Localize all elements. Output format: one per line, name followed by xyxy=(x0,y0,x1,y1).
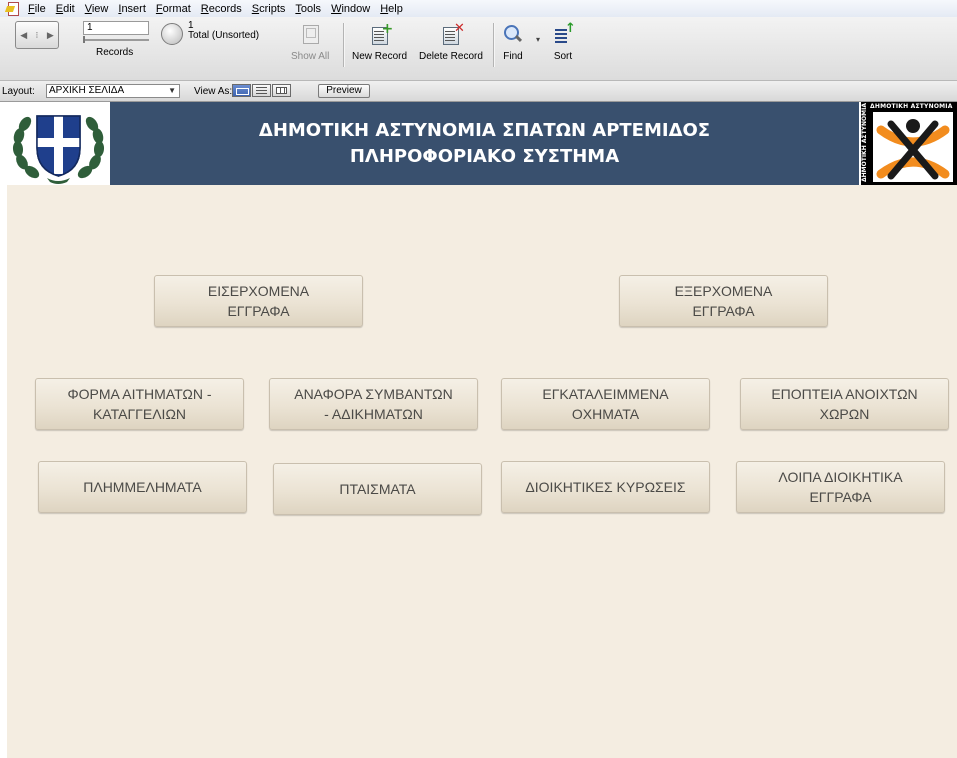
new-record-icon: + xyxy=(369,22,393,45)
menu-edit[interactable]: Edit xyxy=(52,3,81,15)
view-as-group xyxy=(232,84,292,97)
filemaker-app-icon[interactable] xyxy=(4,2,20,16)
found-set-pie-icon xyxy=(161,23,183,45)
menu-records[interactable]: Records xyxy=(197,3,248,15)
sort-label: Sort xyxy=(553,51,573,62)
view-as-label: View As: xyxy=(194,86,233,97)
incident-reports-button[interactable]: ΑΝΑΦΟΡΑ ΣΥΜΒΑΝΤΩΝ - ΑΔΙΚΗΜΑΤΩΝ xyxy=(269,378,478,430)
incoming-documents-button[interactable]: ΕΙΣΕΡΧΟΜΕΝΑ ΕΓΓΡΑΦΑ xyxy=(154,275,363,327)
records-label: Records xyxy=(96,47,134,58)
delete-record-label: Delete Record xyxy=(419,51,483,62)
show-all-label: Show All xyxy=(291,51,330,62)
misdemeanors-button[interactable]: ΠΛΗΜΜΕΛΗΜΑΤΑ xyxy=(38,461,247,513)
petty-offenses-button[interactable]: ΠΤΑΙΣΜΑΤΑ xyxy=(273,463,482,515)
find-dropdown-icon[interactable]: ▾ xyxy=(536,35,540,44)
menu-window[interactable]: Window xyxy=(327,3,376,15)
layout-select[interactable]: ΑΡΧΙΚΗ ΣΕΛΙΔΑ ▼ xyxy=(46,84,180,98)
menu-bar: File Edit View Insert Format Records Scr… xyxy=(0,0,957,17)
municipal-police-logo: ΔΗΜΟΤΙΚΗ ΑΣΤΥΝΟΜΙΑ ΔΗΜΟΤΙΚΗ ΑΣΤΥΝΟΜΙΑ xyxy=(859,102,957,185)
outgoing-documents-button[interactable]: ΕΞΕΡΧΟΜΕΝΑ ΕΓΓΡΑΦΑ xyxy=(619,275,828,327)
layout-bar: Layout: ΑΡΧΙΚΗ ΣΕΛΙΔΑ ▼ View As: Preview xyxy=(0,81,957,102)
layout-label: Layout: xyxy=(2,86,35,97)
record-slider[interactable] xyxy=(83,36,149,43)
sort-button[interactable]: ↑ Sort xyxy=(552,22,576,62)
show-all-icon xyxy=(299,23,321,45)
new-record-label: New Record xyxy=(352,51,408,62)
toolbar-divider xyxy=(343,23,345,67)
next-record-icon[interactable]: ▶ xyxy=(47,30,54,41)
menu-help[interactable]: Help xyxy=(376,3,409,15)
greek-coat-of-arms-icon xyxy=(12,115,105,184)
header-banner: ΔΗΜΟΤΙΚΗ ΑΣΤΥΝΟΜΙΑ ΣΠΑΤΩΝ ΑΡΤΕΜΙΔΟΣ ΠΛΗΡ… xyxy=(110,102,859,185)
page-subtitle: ΠΛΗΡΟΦΟΡΙΑΚΟ ΣΥΣΤΗΜΑ xyxy=(349,146,620,167)
show-all-button[interactable]: Show All xyxy=(291,23,329,62)
menu-insert[interactable]: Insert xyxy=(114,3,152,15)
view-as-list-icon[interactable] xyxy=(252,84,271,97)
menu-file[interactable]: File xyxy=(24,3,52,15)
requests-complaints-form-button[interactable]: ΦΟΡΜΑ ΑΙΤΗΜΑΤΩΝ - ΚΑΤΑΓΓΕΛΙΩΝ xyxy=(35,378,244,430)
administrative-sanctions-button[interactable]: ΔΙΟΙΚΗΤΙΚΕΣ ΚΥΡΩΣΕΙΣ xyxy=(501,461,710,513)
menu-scripts[interactable]: Scripts xyxy=(248,3,292,15)
layout-content: ΔΗΜΟΤΙΚΗ ΑΣΤΥΝΟΜΙΑ ΣΠΑΤΩΝ ΑΡΤΕΜΙΔΟΣ ΠΛΗΡ… xyxy=(7,102,957,758)
menu-format[interactable]: Format xyxy=(152,3,197,15)
page-title: ΔΗΜΟΤΙΚΗ ΑΣΤΥΝΟΜΙΑ ΣΠΑΤΩΝ ΑΡΤΕΜΙΔΟΣ xyxy=(258,120,711,141)
layout-select-value: ΑΡΧΙΚΗ ΣΕΛΙΔΑ xyxy=(49,85,125,96)
toolbar-divider xyxy=(493,23,495,67)
other-administrative-documents-button[interactable]: ΛΟΙΠΑ ΔΙΟΙΚΗΤΙΚΑ ΕΓΓΡΑΦΑ xyxy=(736,461,945,513)
find-label: Find xyxy=(503,51,523,62)
find-button[interactable]: Find xyxy=(502,23,524,62)
logo-background: ΔΗΜΟΤΙΚΗ ΑΣΤΥΝΟΜΙΑ ΔΗΜΟΤΙΚΗ ΑΣΤΥΝΟΜΙΑ xyxy=(861,102,957,185)
open-spaces-supervision-button[interactable]: ΕΠΟΠΤΕΙΑ ΑΝΟΙΧΤΩΝ ΧΩΡΩΝ xyxy=(740,378,949,430)
delete-record-button[interactable]: ✕ Delete Record xyxy=(419,22,483,62)
view-as-form-icon[interactable] xyxy=(232,84,251,97)
menu-tools[interactable]: Tools xyxy=(291,3,327,15)
abandoned-vehicles-button[interactable]: ΕΓΚΑΤΑΛΕΙΜΜΕΝΑ ΟΧΗΜΑΤΑ xyxy=(501,378,710,430)
preview-button[interactable]: Preview xyxy=(318,84,370,98)
menu-view[interactable]: View xyxy=(81,3,115,15)
record-book-navigator[interactable]: ◀ ⁝ ▶ xyxy=(15,21,59,49)
sort-icon: ↑ xyxy=(552,22,576,45)
previous-record-icon[interactable]: ◀ xyxy=(20,30,27,41)
found-status-label: Total (Unsorted) xyxy=(188,30,260,41)
view-as-table-icon[interactable] xyxy=(272,84,291,97)
delete-record-icon: ✕ xyxy=(440,22,465,45)
police-emblem-icon xyxy=(873,112,953,182)
hellenic-republic-emblem xyxy=(7,102,110,185)
status-toolbar: ◀ ⁝ ▶ 1 Records 1 Total (Unsorted) Show … xyxy=(0,17,957,81)
magnifier-icon xyxy=(502,23,524,45)
new-record-button[interactable]: + New Record xyxy=(352,22,408,62)
book-divider-icon: ⁝ xyxy=(35,29,39,40)
chevron-down-icon: ▼ xyxy=(168,86,176,95)
current-record-input[interactable]: 1 xyxy=(83,21,149,35)
